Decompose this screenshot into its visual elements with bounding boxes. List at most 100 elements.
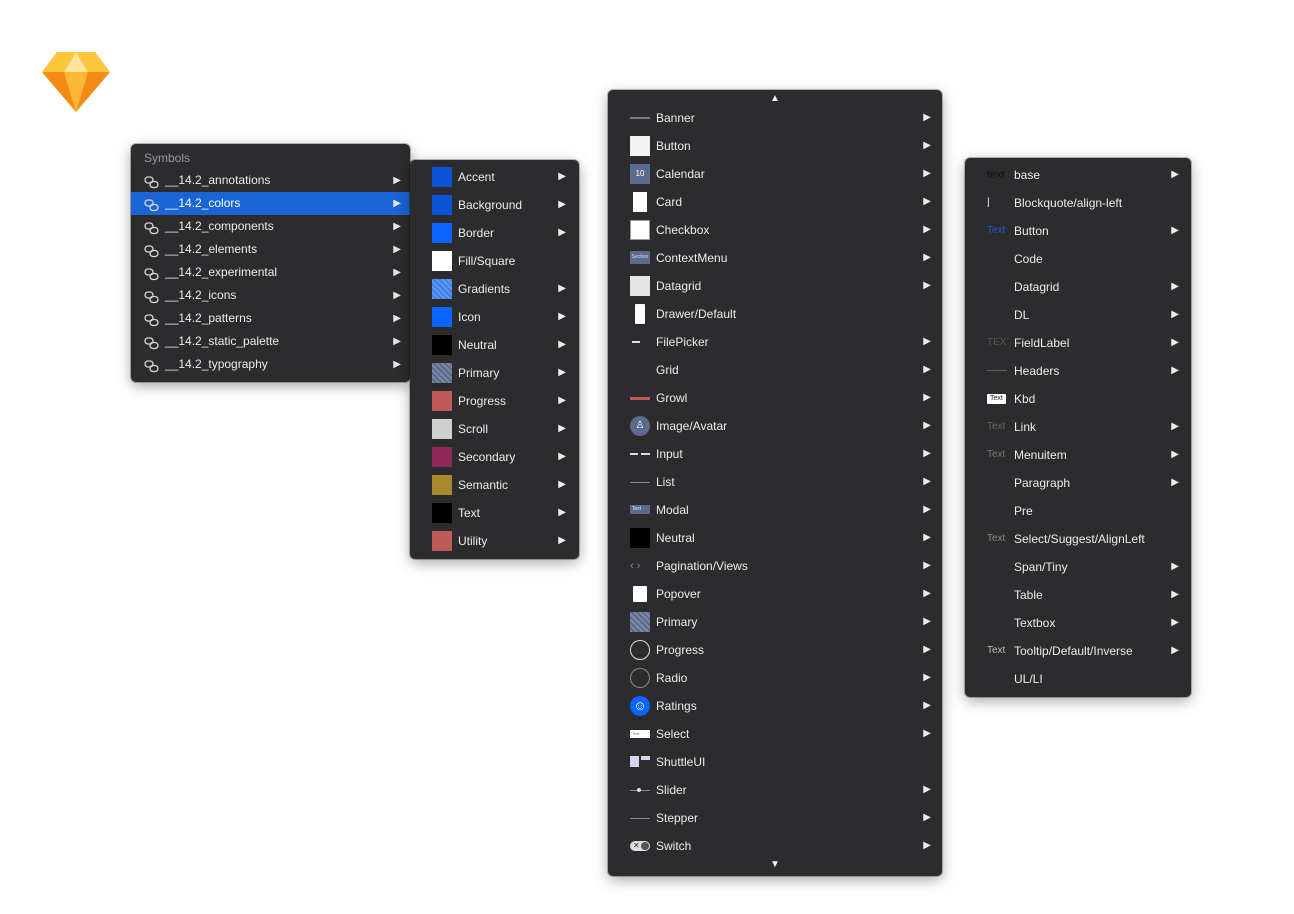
typography-item[interactable]: Textbox ▶ (965, 609, 1191, 637)
color-category-item[interactable]: Neutral ▶ (410, 331, 579, 359)
typography-item[interactable]: Text Link ▶ (965, 413, 1191, 441)
typography-item[interactable]: Text Menuitem ▶ (965, 441, 1191, 469)
component-item[interactable]: ShuttleUI (608, 748, 942, 776)
submenu-arrow-icon: ▶ (558, 451, 566, 462)
color-category-item[interactable]: Fill/Square (410, 247, 579, 275)
color-category-item[interactable]: Text ▶ (410, 499, 579, 527)
color-category-item[interactable]: Primary ▶ (410, 359, 579, 387)
typography-item[interactable]: Datagrid ▶ (965, 273, 1191, 301)
component-item[interactable]: Progress ▶ (608, 636, 942, 664)
component-item[interactable]: Primary ▶ (608, 608, 942, 636)
typography-item[interactable]: Table ▶ (965, 581, 1191, 609)
component-item[interactable]: ♙ Image/Avatar ▶ (608, 412, 942, 440)
submenu-arrow-icon: ▶ (558, 339, 566, 350)
submenu-arrow-icon: ▶ (923, 812, 931, 823)
typography-item[interactable]: Text Select/Suggest/AlignLeft (965, 525, 1191, 553)
component-item[interactable]: Datagrid ▶ (608, 272, 942, 300)
component-item[interactable]: Neutral ▶ (608, 524, 942, 552)
submenu-arrow-icon: ▶ (923, 700, 931, 711)
symbol-group-item[interactable]: __14.2_icons ▶ (131, 284, 410, 307)
color-category-item[interactable]: Progress ▶ (410, 387, 579, 415)
component-item[interactable]: List ▶ (608, 468, 942, 496)
color-swatch (432, 363, 452, 383)
component-item[interactable]: ‹ › Pagination/Views ▶ (608, 552, 942, 580)
component-label: Drawer/Default (656, 307, 737, 321)
typography-item[interactable]: Text Kbd (965, 385, 1191, 413)
submenu-arrow-icon: ▶ (393, 267, 401, 278)
color-category-item[interactable]: Icon ▶ (410, 303, 579, 331)
color-category-label: Text (458, 506, 481, 520)
submenu-arrow-icon: ▶ (558, 367, 566, 378)
modal-thumb-text: Text (630, 505, 650, 514)
color-category-item[interactable]: Accent ▶ (410, 163, 579, 191)
typography-item[interactable]: Code (965, 245, 1191, 273)
component-item[interactable]: Stepper ▶ (608, 804, 942, 832)
symbol-group-item[interactable]: __14.2_annotations ▶ (131, 169, 410, 192)
color-category-item[interactable]: Border ▶ (410, 219, 579, 247)
typography-item[interactable]: TEXT FieldLabel ▶ (965, 329, 1191, 357)
typography-label: DL (1014, 308, 1030, 322)
scroll-down-arrow-icon[interactable]: ▼ (608, 859, 942, 871)
typography-item[interactable]: Pre (965, 497, 1191, 525)
typography-item[interactable]: UL/LI (965, 665, 1191, 693)
component-label: Button (656, 139, 691, 153)
submenu-arrow-icon: ▶ (393, 175, 401, 186)
component-label: ShuttleUI (656, 755, 706, 769)
component-item[interactable]: FilePicker ▶ (608, 328, 942, 356)
submenu-arrow-icon: ▶ (923, 364, 931, 375)
component-label: Ratings (656, 699, 697, 713)
submenu-arrow-icon: ▶ (1171, 281, 1179, 292)
component-item[interactable]: Section ContextMenu ▶ (608, 244, 942, 272)
component-item[interactable]: Card ▶ (608, 188, 942, 216)
typography-item[interactable]: —— Headers ▶ (965, 357, 1191, 385)
component-item[interactable]: Banner ▶ (608, 104, 942, 132)
color-category-item[interactable]: Utility ▶ (410, 527, 579, 555)
typography-item[interactable]: text base ▶ (965, 161, 1191, 189)
color-swatch (432, 335, 452, 355)
submenu-arrow-icon: ▶ (923, 168, 931, 179)
component-item[interactable]: ✕ Switch ▶ (608, 832, 942, 860)
color-category-item[interactable]: Semantic ▶ (410, 471, 579, 499)
component-item[interactable]: Text Select ▶ (608, 720, 942, 748)
symbol-group-item[interactable]: __14.2_typography ▶ (131, 353, 410, 376)
component-item[interactable]: Drawer/Default (608, 300, 942, 328)
submenu-arrow-icon: ▶ (558, 171, 566, 182)
component-item[interactable]: Growl ▶ (608, 384, 942, 412)
typography-item[interactable]: Span/Tiny ▶ (965, 553, 1191, 581)
component-item[interactable]: Button ▶ (608, 132, 942, 160)
color-category-item[interactable]: Secondary ▶ (410, 443, 579, 471)
component-thumbnail-icon (630, 388, 650, 408)
typography-item[interactable]: Paragraph ▶ (965, 469, 1191, 497)
typography-item[interactable]: DL ▶ (965, 301, 1191, 329)
submenu-arrow-icon: ▶ (923, 476, 931, 487)
component-thumbnail-icon (630, 780, 650, 800)
component-item[interactable]: Slider ▶ (608, 776, 942, 804)
typography-item[interactable]: Text Button ▶ (965, 217, 1191, 245)
symbol-group-item[interactable]: __14.2_experimental ▶ (131, 261, 410, 284)
component-item[interactable]: Text Modal ▶ (608, 496, 942, 524)
submenu-arrow-icon: ▶ (923, 588, 931, 599)
component-item[interactable]: Grid ▶ (608, 356, 942, 384)
component-item[interactable]: Radio ▶ (608, 664, 942, 692)
submenu-arrow-icon: ▶ (558, 311, 566, 322)
typography-item[interactable]: Text Tooltip/Default/Inverse ▶ (965, 637, 1191, 665)
color-category-item[interactable]: Gradients ▶ (410, 275, 579, 303)
symbol-group-item[interactable]: __14.2_components ▶ (131, 215, 410, 238)
color-category-item[interactable]: Background ▶ (410, 191, 579, 219)
component-item[interactable]: Popover ▶ (608, 580, 942, 608)
submenu-arrow-icon: ▶ (558, 507, 566, 518)
submenu-arrow-icon: ▶ (923, 644, 931, 655)
submenu-arrow-icon: ▶ (923, 784, 931, 795)
color-category-item[interactable]: Scroll ▶ (410, 415, 579, 443)
component-item[interactable]: ☺ Ratings ▶ (608, 692, 942, 720)
symbol-group-item[interactable]: __14.2_elements ▶ (131, 238, 410, 261)
symbol-group-item[interactable]: __14.2_colors ▶ (131, 192, 410, 215)
component-item[interactable]: 10 Calendar ▶ (608, 160, 942, 188)
component-item[interactable]: Input ▶ (608, 440, 942, 468)
component-item[interactable]: Checkbox ▶ (608, 216, 942, 244)
component-thumbnail-icon (630, 332, 650, 352)
symbol-group-item[interactable]: __14.2_patterns ▶ (131, 307, 410, 330)
symbol-group-item[interactable]: __14.2_static_palette ▶ (131, 330, 410, 353)
typography-item[interactable]: | Blockquote/align-left (965, 189, 1191, 217)
component-label: Progress (656, 643, 705, 657)
